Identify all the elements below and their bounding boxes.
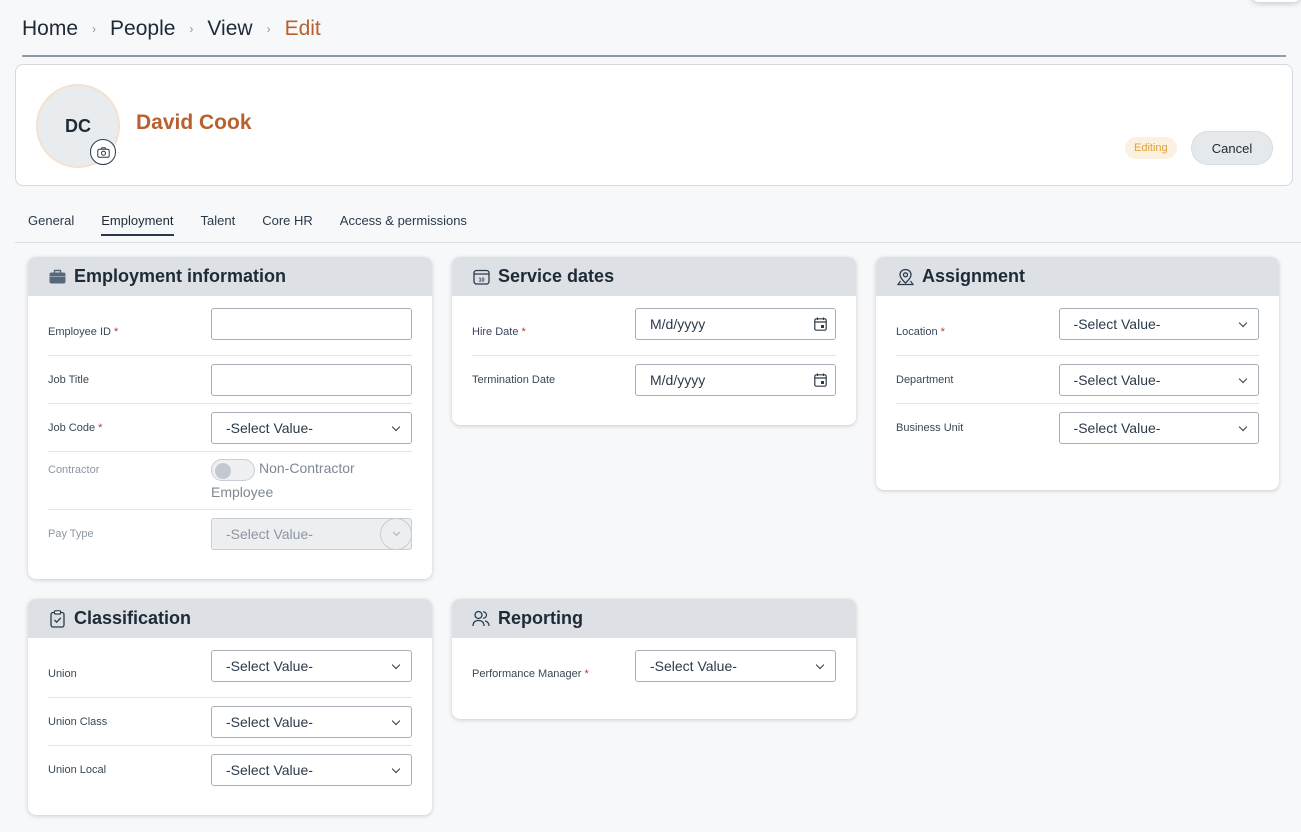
tab-bar: General Employment Talent Core HR Access… [28,213,494,236]
pay-type-row: Pay Type -Select Value- [48,510,412,558]
location-row: Location * -Select Value- [896,307,1259,356]
field-label: Department [896,373,954,386]
breadcrumb-people[interactable]: People [110,17,175,41]
tab-employment[interactable]: Employment [101,213,174,236]
field-label: Termination Date [472,374,556,386]
card-title: Employment information [74,266,287,286]
field-label: Job Code * [48,421,103,434]
location-pin-icon [896,268,914,286]
tab-access-permissions[interactable]: Access & permissions [340,213,467,236]
field-label: Employee ID * [48,325,119,338]
avatar-initials: DC [65,115,91,136]
card-header: Employment information [28,257,432,296]
termination-date-input[interactable]: M/d/yyyy [635,364,836,396]
tab-talent[interactable]: Talent [201,213,236,236]
field-label: Performance Manager * [472,668,589,680]
contractor-row: Contractor Non-Contractor Employee [48,452,412,510]
classification-card: Classification Union -Select Value- Unio… [28,599,432,815]
business-unit-row: Business Unit -Select Value- [896,404,1259,452]
card-title: Reporting [498,608,583,628]
calendar-icon: 10 [472,268,490,286]
job-code-row: Job Code * -Select Value- [48,404,412,452]
calendar-icon[interactable] [814,373,827,390]
field-label: Hire Date * [472,325,526,338]
employee-id-row: Employee ID * [48,307,412,356]
contractor-toggle-group: Non-Contractor Employee [211,457,412,503]
card-header: Classification [28,599,432,638]
union-row: Union -Select Value- [48,649,412,698]
field-label: Job Title [48,373,89,386]
tab-divider [15,242,1301,243]
union-class-select[interactable]: -Select Value- [211,705,412,738]
hire-date-row: Hire Date * M/d/yyyy [472,307,836,356]
calendar-icon[interactable] [814,317,827,334]
tab-general[interactable]: General [28,213,74,236]
clipboard-check-icon [48,609,66,628]
job-code-select[interactable]: -Select Value- [211,411,412,444]
employment-information-card: Employment information Employee ID * Job … [28,257,432,579]
union-class-row: Union Class -Select Value- [48,698,412,746]
profile-name: David Cook [136,111,252,134]
card-title: Classification [74,608,192,628]
field-label: Business Unit [896,422,964,434]
breadcrumb: Home › People › View › Edit [22,14,321,44]
performance-manager-select[interactable]: -Select Value- [635,650,836,682]
field-label: Union Local [48,764,107,776]
card-title: Assignment [922,266,1026,286]
briefcase-icon [48,268,66,286]
performance-manager-row: Performance Manager * -Select Value- [472,650,836,698]
service-dates-card: 10 Service dates Hire Date * M/d/yyyy Ter… [452,257,856,425]
chevron-down-icon [380,518,412,550]
department-row: Department -Select Value- [896,356,1259,404]
cancel-button[interactable]: Cancel [1191,131,1273,165]
profile-header-card: DC David Cook Editing Cancel [15,64,1293,186]
card-header: Reporting [452,599,856,638]
location-select[interactable]: -Select Value- [1058,307,1259,340]
reporting-card: Reporting Performance Manager * -Select V… [452,599,856,719]
card-header: 10 Service dates [452,257,856,296]
chevron-right-icon: › [266,22,271,36]
assignment-card: Assignment Location * -Select Value- Depa… [876,257,1279,490]
users-icon [472,610,490,628]
job-title-row: Job Title [48,356,412,404]
breadcrumb-edit: Edit [284,17,321,40]
union-local-select[interactable]: -Select Value- [211,754,412,786]
department-select[interactable]: -Select Value- [1058,363,1259,396]
field-label: Union Class [48,715,108,728]
field-label: Union [48,667,77,680]
card-header: Assignment [876,257,1279,296]
hire-date-input[interactable]: M/d/yyyy [635,307,836,340]
chevron-right-icon: › [92,22,97,36]
employee-id-input[interactable] [211,307,412,340]
business-unit-select[interactable]: -Select Value- [1058,412,1259,444]
union-select[interactable]: -Select Value- [211,649,412,682]
window-corner [1251,0,1301,2]
breadcrumb-home[interactable]: Home [22,17,78,41]
union-local-row: Union Local -Select Value- [48,746,412,794]
camera-icon[interactable] [90,139,116,165]
pay-type-select: -Select Value- [211,518,412,550]
tab-core-hr[interactable]: Core HR [262,213,313,236]
job-title-input[interactable] [211,363,412,396]
field-label: Contractor [48,464,100,476]
field-label: Pay Type [48,528,94,540]
termination-date-row: Termination Date M/d/yyyy [472,356,836,404]
chevron-right-icon: › [189,22,194,36]
field-label: Location * [896,325,945,338]
svg-text:10: 10 [478,278,484,284]
contractor-toggle[interactable] [211,458,255,481]
card-title: Service dates [498,266,615,286]
status-badge: Editing [1125,137,1177,159]
breadcrumb-divider [22,55,1286,57]
breadcrumb-view[interactable]: View [207,17,252,41]
